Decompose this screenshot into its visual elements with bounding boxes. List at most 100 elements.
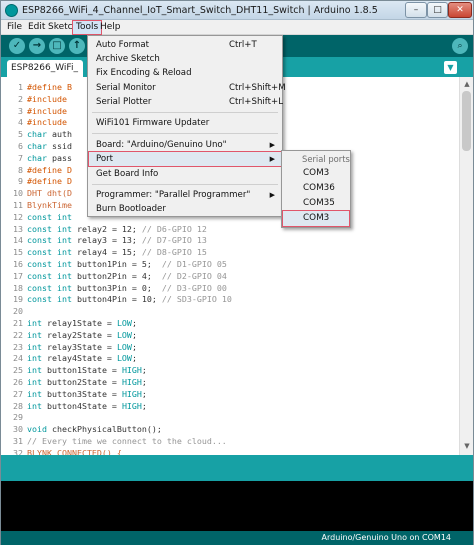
upload-icon[interactable]: → <box>29 38 45 54</box>
scroll-down-icon[interactable]: ▼ <box>462 441 472 451</box>
menu-item-wifi101-updater[interactable]: WiFi101 Firmware Updater <box>89 116 281 130</box>
code-line: 20 <box>1 305 459 317</box>
menu-item-serial-plotter[interactable]: Serial Plotter Ctrl+Shift+L <box>89 95 284 109</box>
line-number: 30 <box>13 424 23 435</box>
code-line: 21 int relay1State = LOW; <box>1 317 459 329</box>
code-text: #define D <box>27 164 72 175</box>
code-text: void checkPhysicalButton(); <box>27 424 162 435</box>
line-number: 18 <box>13 282 23 293</box>
tab-menu-icon[interactable]: ▼ <box>444 61 457 74</box>
maximize-button[interactable]: □ <box>427 2 448 18</box>
submenu-arrow-icon: ▶ <box>269 191 275 199</box>
code-line: 13 const int relay2 = 12; // D6-GPIO 12 <box>1 223 459 235</box>
code-text: char ssid <box>27 141 72 151</box>
port-item-com3[interactable]: COM3 <box>283 166 349 181</box>
line-number: 15 <box>13 247 23 258</box>
menu-item-get-board-info[interactable]: Get Board Info <box>89 167 281 181</box>
code-text: char pass <box>27 152 72 163</box>
line-number: 2 <box>18 93 23 104</box>
menu-item-shortcut: Ctrl+Shift+L <box>229 97 284 107</box>
menu-item-label: Get Board Info <box>96 169 159 179</box>
menu-item-fix-encoding[interactable]: Fix Encoding & Reload <box>89 66 281 80</box>
code-line: 26 int button2State = HIGH; <box>1 376 459 388</box>
close-button[interactable]: ✕ <box>448 2 472 18</box>
code-text: int button1State = HIGH; <box>27 365 147 376</box>
menu-item-archive-sketch[interactable]: Archive Sketch <box>89 52 281 66</box>
code-line: 32 BLYNK_CONNECTED() { <box>1 447 459 455</box>
code-text: #define B <box>27 82 72 92</box>
menu-item-port[interactable]: Port ▶ <box>88 151 282 167</box>
menu-item-label: Serial Plotter <box>96 97 152 107</box>
code-line: 31 // Every time we connect to the cloud.… <box>1 435 459 447</box>
code-text: #define D <box>27 176 72 187</box>
menu-item-serial-monitor[interactable]: Serial Monitor Ctrl+Shift+M <box>89 81 286 95</box>
code-text: BlynkTime <box>27 200 72 210</box>
serial-monitor-icon[interactable]: ⌕ <box>452 38 468 54</box>
code-line: 30 void checkPhysicalButton(); <box>1 423 459 435</box>
code-text: #include <box>27 117 67 128</box>
new-sketch-icon[interactable]: □ <box>49 38 65 54</box>
code-text: int relay4State = LOW; <box>27 353 137 364</box>
code-line: 14 const int relay3 = 13; // D7-GPIO 13 <box>1 234 459 246</box>
code-text: const int button1Pin = 5; // D1-GPIO 05 <box>27 259 227 269</box>
line-number: 32 <box>13 447 23 455</box>
menu-item-programmer[interactable]: Programmer: "Parallel Programmer" ▶ <box>89 188 281 202</box>
port-item-com36[interactable]: COM36 <box>283 181 349 196</box>
output-console <box>1 481 473 531</box>
scrollbar-thumb[interactable] <box>462 91 471 151</box>
submenu-header: Serial ports <box>302 154 350 164</box>
code-line: 16 const int button1Pin = 5; // D1-GPIO 0… <box>1 258 459 270</box>
code-text: const int relay4 = 15; // D8-GPIO 15 <box>27 247 207 258</box>
port-label: COM3 <box>303 168 330 178</box>
line-number: 28 <box>13 400 23 411</box>
code-line: 22 int relay2State = LOW; <box>1 329 459 341</box>
code-line: 25 int button1State = HIGH; <box>1 364 459 376</box>
code-line: 18 const int button3Pin = 0; // D3-GPIO 0… <box>1 282 459 294</box>
menu-item-label: Board: "Arduino/Genuino Uno" <box>96 140 227 150</box>
status-bar: Arduino/Genuino Uno on COM14 <box>1 531 473 545</box>
scroll-up-icon[interactable]: ▲ <box>462 79 472 89</box>
menu-item-label: Port <box>96 154 114 164</box>
line-number: 19 <box>13 294 23 305</box>
code-line: 29 <box>1 411 459 423</box>
menu-item-burn-bootloader[interactable]: Burn Bootloader <box>89 202 281 216</box>
line-number: 27 <box>13 388 23 399</box>
arduino-app-icon <box>5 4 18 17</box>
menu-separator <box>92 112 278 113</box>
menu-item-auto-format[interactable]: Auto Format Ctrl+T <box>89 38 281 52</box>
menu-bar: File Edit Sketch Tools Help <box>1 20 473 35</box>
minimize-button[interactable]: – <box>405 2 427 18</box>
code-text: BLYNK_CONNECTED() { <box>27 447 122 455</box>
port-submenu: Serial ports COM3 COM36 COM35 COM3 <box>281 150 351 228</box>
code-text: char auth <box>27 129 72 140</box>
code-line: 19 const int button4Pin = 10; // SD3-GPIO… <box>1 293 459 305</box>
line-number: 8 <box>18 164 23 175</box>
open-icon[interactable]: ↑ <box>69 38 85 54</box>
tab-sketch[interactable]: ESP8266_WiFi_ <box>7 60 83 77</box>
verify-icon[interactable]: ✓ <box>9 38 25 54</box>
line-number: 29 <box>13 412 23 423</box>
port-label: COM35 <box>303 198 335 208</box>
editor-scrollbar[interactable]: ▲ ▼ <box>459 77 473 455</box>
menu-item-label: Archive Sketch <box>96 54 160 64</box>
code-text: int button2State = HIGH; <box>27 377 147 387</box>
port-item-com35[interactable]: COM35 <box>283 196 349 211</box>
line-number: 22 <box>13 329 23 340</box>
code-text: const int relay2 = 12; // D6-GPIO 12 <box>27 223 207 234</box>
menu-file[interactable]: File <box>4 21 25 34</box>
code-line: 23 int relay3State = LOW; <box>1 341 459 353</box>
code-text: const int button3Pin = 0; // D3-GPIO 00 <box>27 282 227 293</box>
port-item-com3-selected[interactable]: COM3 <box>282 210 350 227</box>
menu-help[interactable]: Help <box>97 21 124 34</box>
line-number: 4 <box>18 117 23 128</box>
line-number: 11 <box>13 200 23 210</box>
code-text: const int button4Pin = 10; // SD3-GPIO 1… <box>27 294 232 305</box>
message-area <box>1 455 473 481</box>
menu-item-label: Serial Monitor <box>96 83 156 93</box>
arduino-ide-window: ESP8266_WiFi_4_Channel_IoT_Smart_Switch_… <box>0 0 474 545</box>
code-text: int relay3State = LOW; <box>27 341 137 352</box>
port-label: COM36 <box>303 183 335 193</box>
menu-item-board[interactable]: Board: "Arduino/Genuino Uno" ▶ <box>89 138 281 152</box>
code-text: DHT dht(D <box>27 188 72 199</box>
line-number: 26 <box>13 377 23 387</box>
